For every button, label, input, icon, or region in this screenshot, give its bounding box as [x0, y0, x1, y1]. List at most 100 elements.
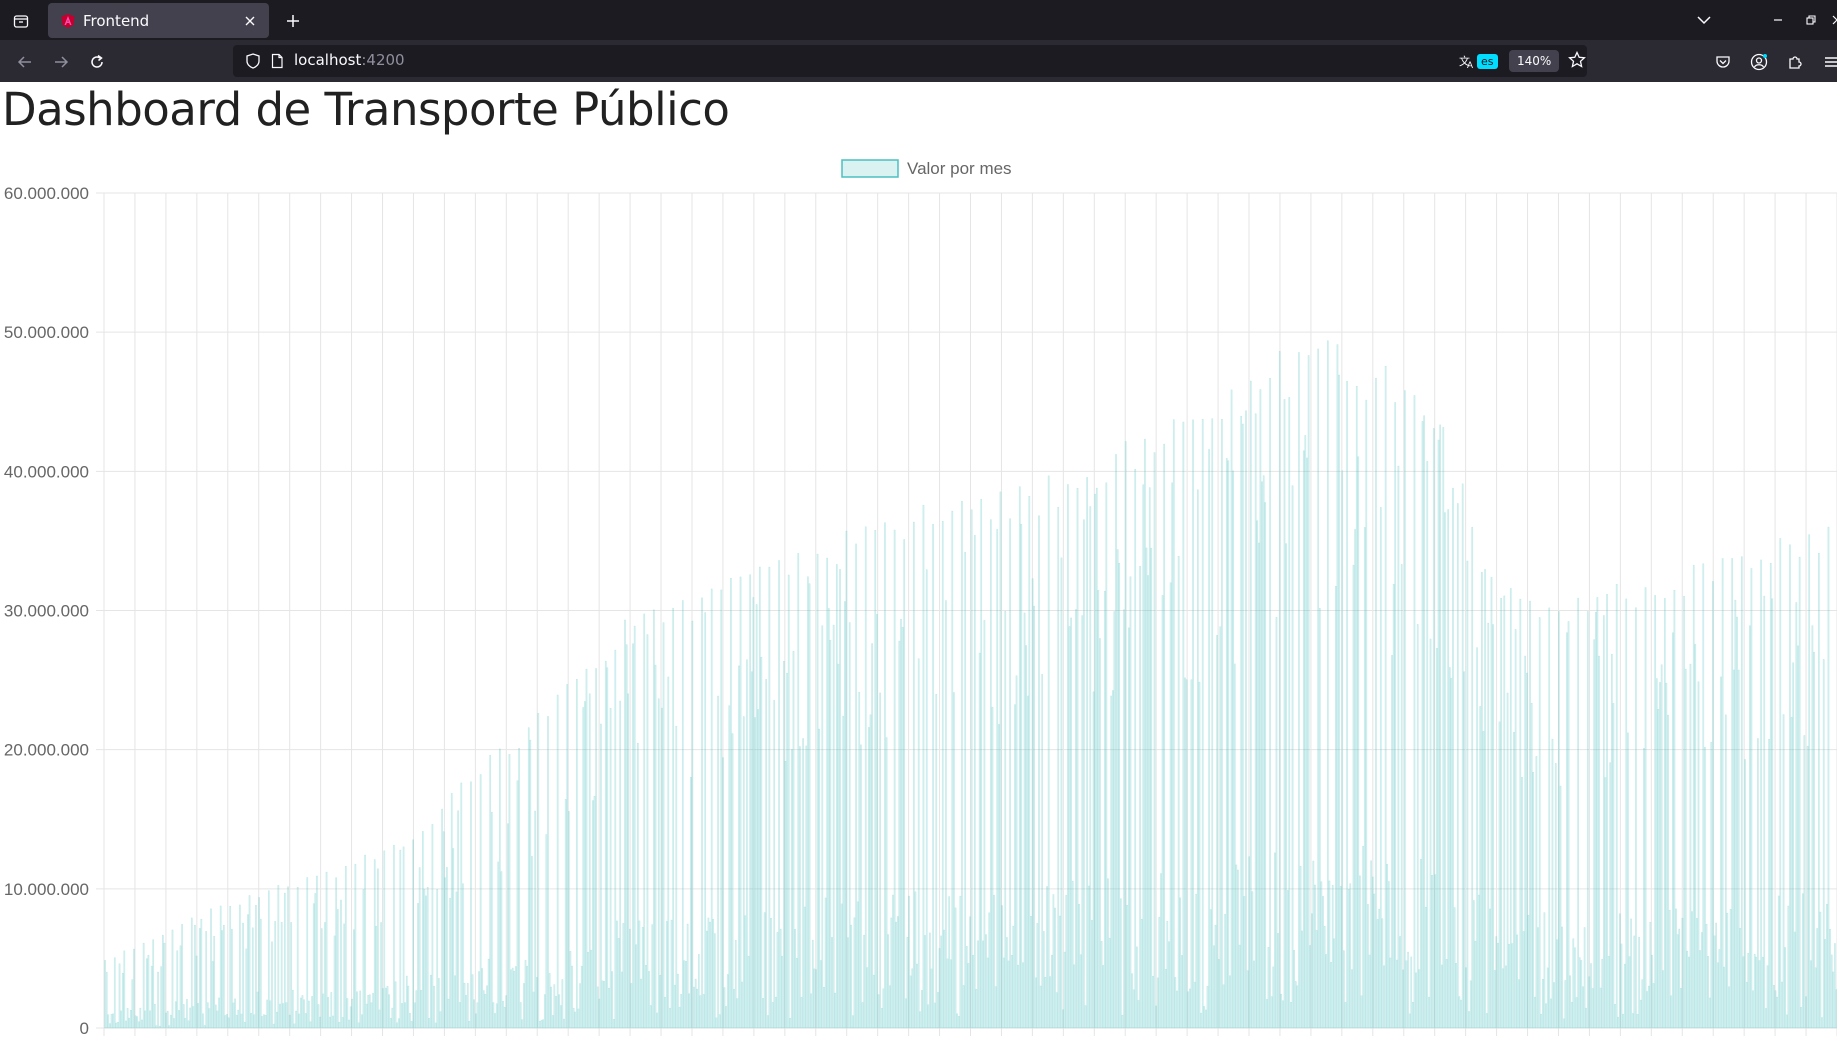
chart-bar[interactable]: [703, 994, 704, 1028]
chart-bar[interactable]: [1393, 584, 1394, 1028]
chart-bar[interactable]: [1783, 715, 1784, 1028]
chart-bar[interactable]: [1616, 584, 1617, 1028]
chart-bar[interactable]: [674, 985, 675, 1028]
chart-bar[interactable]: [889, 986, 890, 1028]
chart-bar[interactable]: [581, 966, 582, 1028]
chart-bar[interactable]: [1730, 909, 1731, 1028]
chart-bar[interactable]: [932, 524, 933, 1028]
chart-bar[interactable]: [857, 902, 858, 1028]
chart-bar[interactable]: [233, 1003, 234, 1028]
chart-bar[interactable]: [1562, 927, 1563, 1028]
chart-bar[interactable]: [1273, 967, 1274, 1028]
chart-bar[interactable]: [1417, 624, 1418, 1028]
chart-bar[interactable]: [883, 989, 884, 1028]
chart-bar[interactable]: [1099, 639, 1100, 1028]
chart-bar[interactable]: [645, 965, 646, 1028]
chart-bar[interactable]: [766, 679, 767, 1028]
chart-bar[interactable]: [1433, 428, 1434, 1028]
chart-bar[interactable]: [660, 975, 661, 1028]
chart-bar[interactable]: [1016, 676, 1017, 1028]
chart-bar[interactable]: [1578, 598, 1579, 1028]
chart-bar[interactable]: [1698, 682, 1699, 1028]
chart-bar[interactable]: [368, 995, 369, 1028]
chart-bar[interactable]: [145, 1011, 146, 1028]
chart-bar[interactable]: [1245, 411, 1246, 1028]
chart-bar[interactable]: [1781, 982, 1782, 1028]
chart-bar[interactable]: [236, 1015, 237, 1028]
chart-bar[interactable]: [767, 1015, 768, 1028]
chart-bar[interactable]: [409, 1013, 410, 1028]
chart-bar[interactable]: [1714, 936, 1715, 1028]
chart-bar[interactable]: [1255, 414, 1256, 1028]
chart-bar[interactable]: [374, 860, 375, 1028]
chart-bar[interactable]: [1597, 597, 1598, 1028]
chart-bar[interactable]: [586, 669, 587, 1028]
chart-bar[interactable]: [1205, 1010, 1206, 1028]
chart-bar[interactable]: [1117, 550, 1118, 1028]
chart-bar[interactable]: [421, 990, 422, 1028]
chart-bar[interactable]: [265, 1015, 266, 1028]
chart-bar[interactable]: [1496, 937, 1497, 1028]
chart-bar[interactable]: [600, 724, 601, 1028]
chart-bar[interactable]: [445, 878, 446, 1028]
chart-bar[interactable]: [629, 929, 630, 1028]
chart-bar[interactable]: [1576, 997, 1577, 1028]
chart-bar[interactable]: [1143, 485, 1144, 1028]
chart-bar[interactable]: [323, 994, 324, 1028]
chart-bar[interactable]: [148, 955, 149, 1028]
chart-bar[interactable]: [738, 666, 739, 1028]
chart-bar[interactable]: [644, 614, 645, 1028]
chart-bar[interactable]: [671, 920, 672, 1028]
chart-bar[interactable]: [109, 1024, 110, 1028]
chart-bar[interactable]: [1079, 904, 1080, 1028]
chart-bar[interactable]: [746, 660, 747, 1028]
chart-bar[interactable]: [1460, 1000, 1461, 1028]
chart-bar[interactable]: [1318, 349, 1319, 1028]
chart-bar[interactable]: [1070, 618, 1071, 1028]
chart-bar[interactable]: [753, 598, 754, 1028]
chart-bar[interactable]: [1708, 956, 1709, 1028]
chart-bar[interactable]: [1287, 890, 1288, 1028]
chart-bar[interactable]: [244, 1022, 245, 1028]
chart-bar[interactable]: [295, 1011, 296, 1028]
chart-bar[interactable]: [1387, 864, 1388, 1028]
chart-bar[interactable]: [528, 728, 529, 1028]
extensions-puzzle-icon[interactable]: [1782, 49, 1808, 75]
chart-bar[interactable]: [835, 993, 836, 1028]
chart-bar[interactable]: [459, 1002, 460, 1028]
chart-bar[interactable]: [339, 1022, 340, 1028]
chart-bar[interactable]: [1338, 375, 1339, 1028]
chart-bar[interactable]: [1295, 981, 1296, 1028]
chart-bar[interactable]: [1802, 894, 1803, 1028]
chart-bar[interactable]: [1501, 598, 1502, 1028]
chart-bar[interactable]: [1310, 945, 1311, 1028]
chart-bar[interactable]: [1812, 626, 1813, 1028]
chart-bar[interactable]: [931, 969, 932, 1028]
chart-bar[interactable]: [587, 952, 588, 1028]
chart-bar[interactable]: [1481, 572, 1482, 1028]
chart-bar[interactable]: [608, 988, 609, 1028]
chart-bar[interactable]: [124, 951, 125, 1028]
chart-bar[interactable]: [1274, 853, 1275, 1028]
chart-bar[interactable]: [1756, 957, 1757, 1028]
chart-bar[interactable]: [655, 665, 656, 1028]
chart-bar[interactable]: [1420, 859, 1421, 1028]
chart-bar[interactable]: [1661, 665, 1662, 1028]
chart-bar[interactable]: [159, 1026, 160, 1028]
chart-bar[interactable]: [1377, 919, 1378, 1028]
chart-bar[interactable]: [1379, 909, 1380, 1028]
chart-bar[interactable]: [1614, 1004, 1615, 1028]
chart-bar[interactable]: [114, 958, 115, 1028]
chart-bar[interactable]: [1257, 521, 1258, 1028]
chart-bar[interactable]: [1534, 997, 1535, 1028]
chart-bar[interactable]: [1059, 916, 1060, 1028]
chart-bar[interactable]: [642, 927, 643, 1028]
chart-bar[interactable]: [454, 976, 455, 1028]
chart-bar[interactable]: [238, 1010, 239, 1028]
chart-bar[interactable]: [389, 995, 390, 1028]
chart-bar[interactable]: [1637, 1014, 1638, 1028]
chart-bar[interactable]: [863, 935, 864, 1028]
chart-bar[interactable]: [467, 983, 468, 1028]
chart-bar[interactable]: [725, 1006, 726, 1028]
chart-bar[interactable]: [557, 695, 558, 1028]
